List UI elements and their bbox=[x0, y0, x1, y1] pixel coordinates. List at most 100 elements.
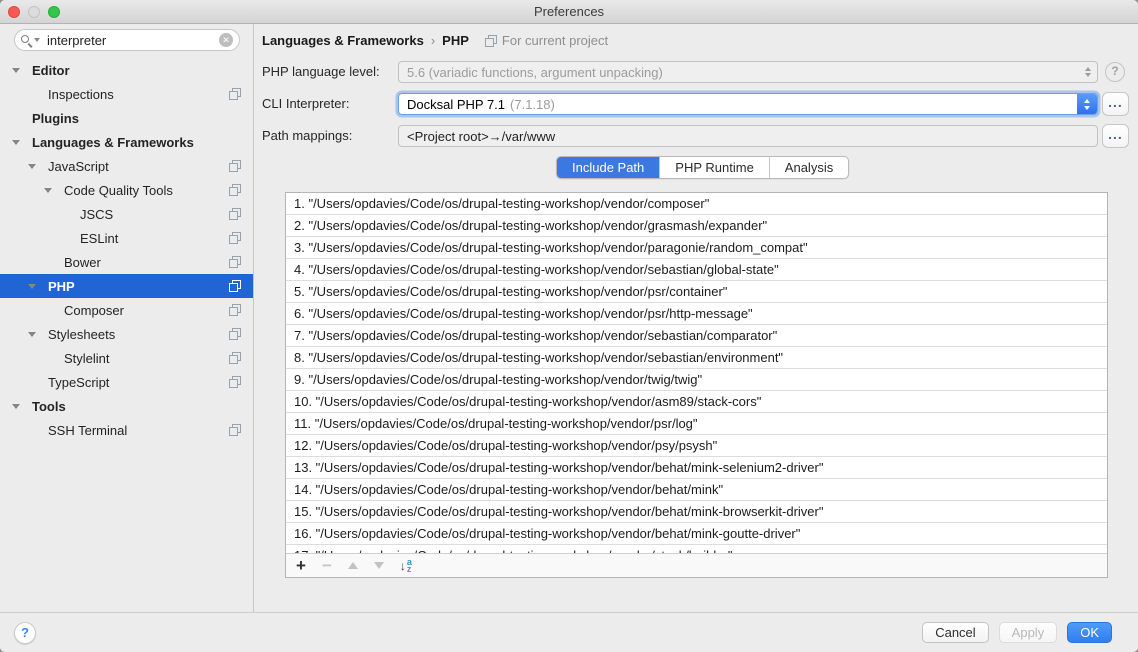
per-project-settings-icon bbox=[485, 35, 497, 47]
sort-letter-z: z bbox=[407, 566, 412, 573]
expand-triangle-icon[interactable] bbox=[44, 188, 52, 193]
settings-search-field[interactable]: ✕ bbox=[14, 29, 240, 51]
include-path-row[interactable]: 6. "/Users/opdavies/Code/os/drupal-testi… bbox=[286, 303, 1107, 325]
php-settings-panel: Languages & Frameworks › PHP For current… bbox=[255, 24, 1138, 612]
path-mappings-label: Path mappings: bbox=[262, 125, 352, 147]
sidebar-item-label: Inspections bbox=[48, 87, 114, 102]
cli-interpreter-select[interactable]: Docksal PHP 7.1 (7.1.18) bbox=[398, 93, 1098, 115]
expand-triangle-icon[interactable] bbox=[28, 284, 36, 289]
sidebar-item-plugins[interactable]: Plugins bbox=[0, 106, 253, 130]
remove-path-button[interactable]: − bbox=[322, 557, 332, 574]
sort-arrow-icon: ↓ bbox=[400, 559, 406, 573]
scope-label: For current project bbox=[502, 33, 608, 48]
tab-analysis[interactable]: Analysis bbox=[770, 157, 848, 178]
apply-button[interactable]: Apply bbox=[999, 622, 1058, 643]
sidebar-item-label: Editor bbox=[32, 63, 70, 78]
include-path-row[interactable]: 7. "/Users/opdavies/Code/os/drupal-testi… bbox=[286, 325, 1107, 347]
expand-triangle-icon[interactable] bbox=[12, 68, 20, 73]
sidebar-item-label: Stylesheets bbox=[48, 327, 115, 342]
include-path-row[interactable]: 8. "/Users/opdavies/Code/os/drupal-testi… bbox=[286, 347, 1107, 369]
include-path-list: 1. "/Users/opdavies/Code/os/drupal-testi… bbox=[285, 192, 1108, 578]
sidebar-item-label: SSH Terminal bbox=[48, 423, 127, 438]
cli-interpreter-label: CLI Interpreter: bbox=[262, 93, 349, 115]
sidebar-item-eslint[interactable]: ESLint bbox=[0, 226, 253, 250]
search-input[interactable] bbox=[45, 32, 219, 49]
path-mappings-value: <Project root>→/var/www bbox=[407, 129, 555, 144]
sidebar-item-php[interactable]: PHP bbox=[0, 274, 253, 298]
cli-interpreter-version: (7.1.18) bbox=[510, 97, 555, 112]
include-path-row[interactable]: 16. "/Users/opdavies/Code/os/drupal-test… bbox=[286, 523, 1107, 545]
sidebar-item-editor[interactable]: Editor bbox=[0, 58, 253, 82]
path-mappings-field[interactable]: <Project root>→/var/www bbox=[398, 125, 1098, 147]
include-path-row[interactable]: 17. "/Users/opdavies/Code/os/drupal-test… bbox=[286, 545, 1107, 553]
include-path-row[interactable]: 12. "/Users/opdavies/Code/os/drupal-test… bbox=[286, 435, 1107, 457]
window-title: Preferences bbox=[0, 0, 1138, 24]
cancel-button[interactable]: Cancel bbox=[922, 622, 988, 643]
sidebar-item-label: Composer bbox=[64, 303, 124, 318]
tab-include-path[interactable]: Include Path bbox=[557, 157, 660, 178]
per-project-settings-icon bbox=[229, 256, 241, 268]
sidebar-item-label: Tools bbox=[32, 399, 66, 414]
sidebar-item-jscs[interactable]: JSCS bbox=[0, 202, 253, 226]
tab-php-runtime[interactable]: PHP Runtime bbox=[660, 157, 770, 178]
cli-interpreter-browse-button[interactable]: ... bbox=[1102, 92, 1129, 116]
sidebar-tree: Editor Inspections Plugins Languages & Fram… bbox=[0, 58, 253, 442]
sidebar-item-tools[interactable]: Tools bbox=[0, 394, 253, 418]
language-level-value: 5.6 (variadic functions, argument unpack… bbox=[407, 65, 663, 80]
stepper-icon bbox=[1085, 62, 1091, 82]
move-down-button[interactable] bbox=[374, 562, 384, 569]
sidebar-item-label: Stylelint bbox=[64, 351, 110, 366]
scope-indicator: For current project bbox=[485, 33, 608, 48]
include-path-row[interactable]: 11. "/Users/opdavies/Code/os/drupal-test… bbox=[286, 413, 1107, 435]
include-path-row[interactable]: 10. "/Users/opdavies/Code/os/drupal-test… bbox=[286, 391, 1107, 413]
expand-triangle-icon[interactable] bbox=[28, 164, 36, 169]
per-project-settings-icon bbox=[229, 184, 241, 196]
settings-sidebar: ✕ Editor Inspections Plugins Languages & Fr… bbox=[0, 24, 254, 612]
sidebar-item-bower[interactable]: Bower bbox=[0, 250, 253, 274]
preferences-window: Preferences ✕ EditorInspectionsPluginsLa… bbox=[0, 0, 1138, 652]
search-options-caret-icon[interactable] bbox=[34, 38, 40, 42]
sidebar-item-label: Code Quality Tools bbox=[64, 183, 173, 198]
help-icon[interactable]: ? bbox=[1105, 62, 1125, 82]
ok-button[interactable]: OK bbox=[1067, 622, 1112, 643]
path-mappings-browse-button[interactable]: ... bbox=[1102, 124, 1129, 148]
include-path-rows: 1. "/Users/opdavies/Code/os/drupal-testi… bbox=[286, 193, 1107, 553]
sidebar-item-label: ESLint bbox=[80, 231, 118, 246]
breadcrumb-parent[interactable]: Languages & Frameworks bbox=[262, 33, 424, 48]
include-path-row[interactable]: 13. "/Users/opdavies/Code/os/drupal-test… bbox=[286, 457, 1107, 479]
sort-alphabetically-button[interactable]: ↓ a z bbox=[400, 559, 412, 573]
sidebar-item-inspections[interactable]: Inspections bbox=[0, 82, 253, 106]
clear-search-icon[interactable]: ✕ bbox=[219, 33, 233, 47]
include-path-row[interactable]: 3. "/Users/opdavies/Code/os/drupal-testi… bbox=[286, 237, 1107, 259]
move-up-button[interactable] bbox=[348, 562, 358, 569]
breadcrumb-current: PHP bbox=[442, 33, 469, 48]
language-level-select[interactable]: 5.6 (variadic functions, argument unpack… bbox=[398, 61, 1098, 83]
include-path-row[interactable]: 14. "/Users/opdavies/Code/os/drupal-test… bbox=[286, 479, 1107, 501]
sidebar-item-javascript[interactable]: JavaScript bbox=[0, 154, 253, 178]
include-path-row[interactable]: 2. "/Users/opdavies/Code/os/drupal-testi… bbox=[286, 215, 1107, 237]
sidebar-item-stylelint[interactable]: Stylelint bbox=[0, 346, 253, 370]
sidebar-item-ssh-terminal[interactable]: SSH Terminal bbox=[0, 418, 253, 442]
per-project-settings-icon bbox=[229, 208, 241, 220]
sidebar-item-label: Languages & Frameworks bbox=[32, 135, 194, 150]
add-path-button[interactable]: + bbox=[296, 557, 306, 574]
sidebar-item-code-quality-tools[interactable]: Code Quality Tools bbox=[0, 178, 253, 202]
help-button[interactable]: ? bbox=[14, 622, 36, 644]
stepper-icon[interactable] bbox=[1077, 94, 1097, 114]
expand-triangle-icon[interactable] bbox=[28, 332, 36, 337]
sidebar-item-label: TypeScript bbox=[48, 375, 109, 390]
magnifier-icon bbox=[21, 34, 32, 46]
expand-triangle-icon[interactable] bbox=[12, 140, 20, 145]
sidebar-item-typescript[interactable]: TypeScript bbox=[0, 370, 253, 394]
sidebar-item-stylesheets[interactable]: Stylesheets bbox=[0, 322, 253, 346]
per-project-settings-icon bbox=[229, 232, 241, 244]
sidebar-item-composer[interactable]: Composer bbox=[0, 298, 253, 322]
per-project-settings-icon bbox=[229, 280, 241, 292]
expand-triangle-icon[interactable] bbox=[12, 404, 20, 409]
include-path-row[interactable]: 4. "/Users/opdavies/Code/os/drupal-testi… bbox=[286, 259, 1107, 281]
include-path-row[interactable]: 9. "/Users/opdavies/Code/os/drupal-testi… bbox=[286, 369, 1107, 391]
include-path-row[interactable]: 1. "/Users/opdavies/Code/os/drupal-testi… bbox=[286, 193, 1107, 215]
sidebar-item-languages-frameworks[interactable]: Languages & Frameworks bbox=[0, 130, 253, 154]
include-path-row[interactable]: 15. "/Users/opdavies/Code/os/drupal-test… bbox=[286, 501, 1107, 523]
include-path-row[interactable]: 5. "/Users/opdavies/Code/os/drupal-testi… bbox=[286, 281, 1107, 303]
